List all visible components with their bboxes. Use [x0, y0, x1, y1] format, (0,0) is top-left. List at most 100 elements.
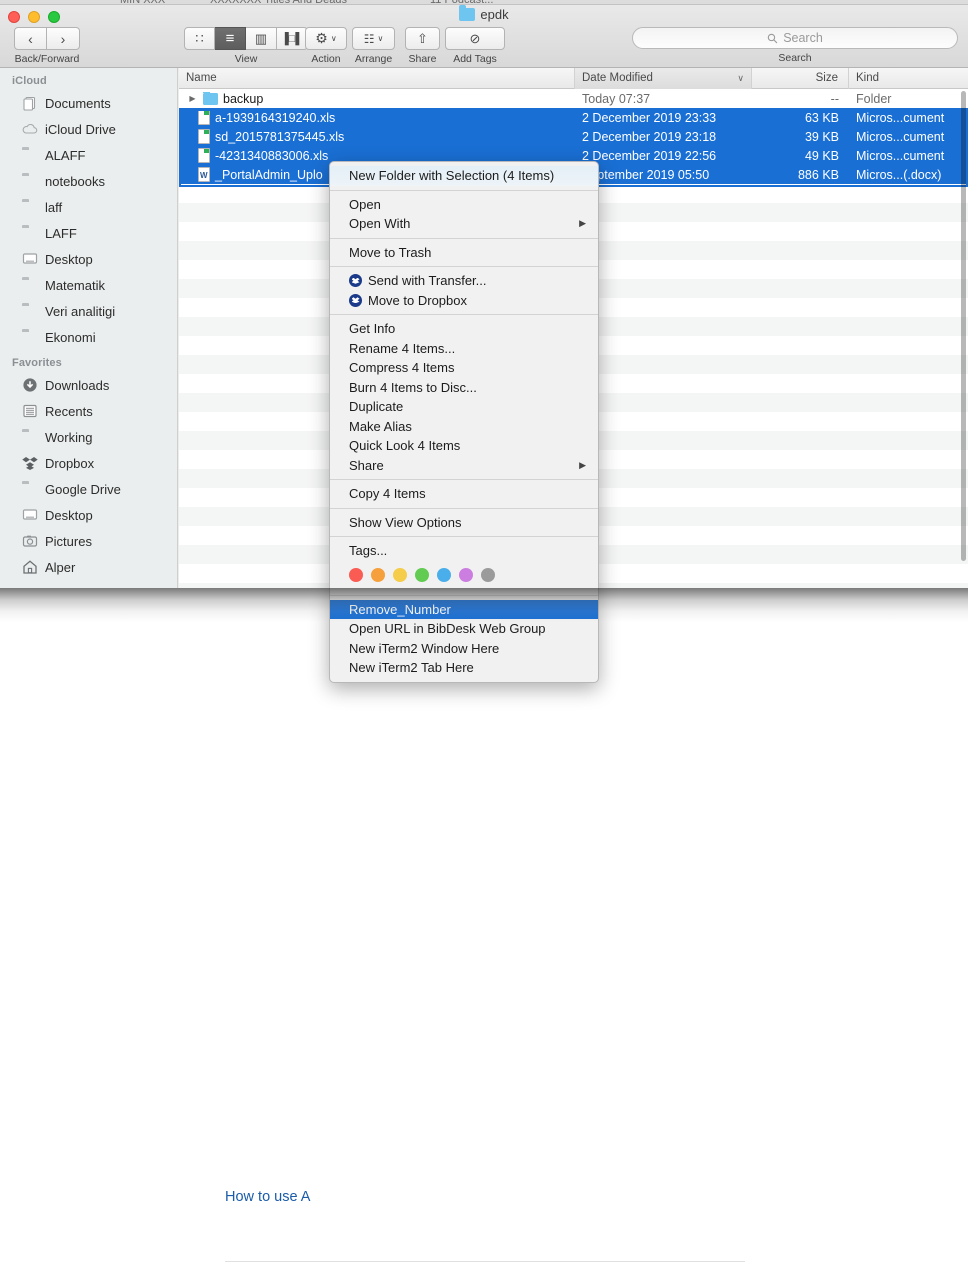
sidebar-item-desktop-fav[interactable]: Desktop: [0, 502, 177, 528]
excel-icon: [198, 110, 210, 125]
menu-item-send-with-transfer[interactable]: Send with Transfer...: [330, 271, 598, 291]
sidebar-item-dropbox[interactable]: Dropbox: [0, 450, 177, 476]
column-header-row: Name Date Modified ∨ Size Kind: [179, 68, 968, 89]
sidebar-item-google-drive[interactable]: Google Drive: [0, 476, 177, 502]
background-link[interactable]: How to use A: [225, 1189, 310, 1205]
sidebar-item-laff-caps[interactable]: LAFF: [0, 220, 177, 246]
column-header-name[interactable]: Name: [179, 68, 575, 89]
tag-green-swatch[interactable]: [415, 567, 429, 582]
menu-separator: [330, 266, 598, 267]
chevron-down-icon: ∨: [377, 34, 384, 43]
sidebar-item-ekonomi[interactable]: Ekonomi: [0, 324, 177, 350]
tag-gray-swatch[interactable]: [481, 567, 495, 582]
tag-color-swatches[interactable]: [330, 561, 598, 591]
share-button[interactable]: ⇧: [405, 27, 440, 50]
folder-icon: [459, 5, 476, 21]
vertical-scrollbar[interactable]: [960, 89, 968, 588]
sidebar-item-notebooks[interactable]: notebooks: [0, 168, 177, 194]
column-view-button[interactable]: ▥: [246, 27, 277, 50]
sidebar-item-documents[interactable]: Documents: [0, 90, 177, 116]
menu-item-duplicate[interactable]: Duplicate: [330, 397, 598, 417]
menu-item-new-folder-with-selection[interactable]: New Folder with Selection (4 Items): [330, 166, 598, 186]
back-button[interactable]: ‹: [14, 27, 47, 50]
table-row[interactable]: a-1939164319240.xls 2 December 2019 23:3…: [179, 108, 968, 127]
menu-item-show-view-options[interactable]: Show View Options: [330, 513, 598, 533]
sidebar-item-laff[interactable]: laff: [0, 194, 177, 220]
tag-yellow-swatch[interactable]: [393, 567, 407, 582]
menu-item-compress-items[interactable]: Compress 4 Items: [330, 358, 598, 378]
arrange-button[interactable]: ☷ ∨: [352, 27, 395, 50]
pictures-icon: [22, 533, 38, 549]
chevron-down-icon: ∨: [737, 72, 744, 83]
sidebar-item-label: Desktop: [45, 507, 93, 523]
folder-icon: [22, 277, 38, 293]
cell-size: --: [830, 91, 839, 106]
column-header-date-modified[interactable]: Date Modified ∨: [575, 68, 752, 89]
table-row[interactable]: sd_2015781375445.xls 2 December 2019 23:…: [179, 127, 968, 146]
share-group: ⇧ Share: [405, 27, 440, 65]
cell-name: a-1939164319240.xls: [179, 110, 575, 125]
sidebar-item-label: Working: [45, 429, 93, 445]
menu-separator: [330, 237, 598, 239]
menu-separator: [330, 507, 598, 509]
sidebar-item-icloud-drive[interactable]: iCloud Drive: [0, 116, 177, 142]
sidebar-item-downloads[interactable]: Downloads: [0, 372, 177, 398]
menu-item-burn-items-to-disc[interactable]: Burn 4 Items to Disc...: [330, 378, 598, 398]
column-header-size[interactable]: Size: [752, 68, 849, 89]
desktop-icon: [22, 507, 38, 523]
menu-item-open-url-in-bibdesk-web-group[interactable]: Open URL in BibDesk Web Group: [330, 619, 598, 639]
gallery-view-button[interactable]: ▐□▌: [277, 27, 308, 50]
sidebar-item-label: Dropbox: [45, 455, 95, 471]
icon-view-button[interactable]: ∷: [184, 27, 215, 50]
cell-date: 2 December 2019 22:56: [582, 148, 717, 163]
list-view-button[interactable]: ≡: [215, 27, 246, 50]
menu-item-copy-items[interactable]: Copy 4 Items: [330, 484, 598, 504]
desktop: How to use A MIN XXX XXXXXXX Titles And …: [0, 0, 968, 1262]
tag-purple-swatch[interactable]: [459, 567, 473, 582]
sidebar-item-matematik[interactable]: Matematik: [0, 272, 177, 298]
forward-button[interactable]: ›: [47, 27, 80, 50]
sidebar-item-pictures[interactable]: Pictures: [0, 528, 177, 554]
tag-orange-swatch[interactable]: [371, 567, 385, 582]
sidebar-item-veri-analitigi[interactable]: Veri analitigi: [0, 298, 177, 324]
share-icon: ⇧: [417, 30, 428, 46]
file-name: backup: [223, 91, 264, 106]
sidebar-item-desktop[interactable]: Desktop: [0, 246, 177, 272]
sidebar-item-alper[interactable]: Alper: [0, 554, 177, 580]
menu-item-tags[interactable]: Tags...: [330, 541, 598, 561]
menu-item-remove-number[interactable]: Remove_Number: [330, 599, 598, 619]
sidebar-item-label: Desktop: [45, 251, 93, 267]
menu-item-quick-look-items[interactable]: Quick Look 4 Items: [330, 436, 598, 456]
cell-kind: Micros...cument: [856, 110, 945, 125]
sidebar-item-working[interactable]: Working: [0, 424, 177, 450]
action-button[interactable]: ⚙ ∨: [305, 27, 347, 50]
menu-item-open-with[interactable]: Open With ▶: [330, 214, 598, 234]
disclosure-triangle-icon[interactable]: ▶: [187, 94, 198, 103]
cell-size: 49 KB: [804, 148, 839, 163]
table-row[interactable]: ▶ backup Today 07:37 -- Folder: [179, 89, 968, 108]
sidebar[interactable]: iCloud Documents iCloud Drive ALAFF note…: [0, 68, 178, 588]
search-input[interactable]: Search: [632, 27, 958, 49]
file-name: sd_2015781375445.xls: [215, 129, 345, 144]
menu-item-new-iterm2-tab-here[interactable]: New iTerm2 Tab Here: [330, 658, 598, 678]
add-tags-button[interactable]: ⊘: [445, 27, 505, 50]
folder-icon: [22, 481, 38, 497]
menu-item-move-to-dropbox[interactable]: Move to Dropbox: [330, 291, 598, 311]
menu-item-share[interactable]: Share ▶: [330, 456, 598, 476]
sidebar-item-label: Matematik: [45, 277, 105, 293]
scrollbar-thumb[interactable]: [961, 91, 966, 561]
tag-red-swatch[interactable]: [349, 567, 363, 582]
menu-item-move-to-trash[interactable]: Move to Trash: [330, 243, 598, 263]
sidebar-item-recents[interactable]: Recents: [0, 398, 177, 424]
column-header-kind[interactable]: Kind: [849, 68, 967, 89]
menu-item-rename-items[interactable]: Rename 4 Items...: [330, 339, 598, 359]
menu-item-new-iterm2-window-here[interactable]: New iTerm2 Window Here: [330, 639, 598, 659]
menu-item-open[interactable]: Open: [330, 195, 598, 215]
menu-item-make-alias[interactable]: Make Alias: [330, 417, 598, 437]
file-name: _PortalAdmin_Uplo: [215, 167, 323, 182]
menu-item-get-info[interactable]: Get Info: [330, 319, 598, 339]
excel-icon: [198, 148, 210, 163]
sidebar-item-alaff[interactable]: ALAFF: [0, 142, 177, 168]
context-menu[interactable]: New Folder with Selection (4 Items) Open…: [329, 161, 599, 683]
tag-blue-swatch[interactable]: [437, 567, 451, 582]
